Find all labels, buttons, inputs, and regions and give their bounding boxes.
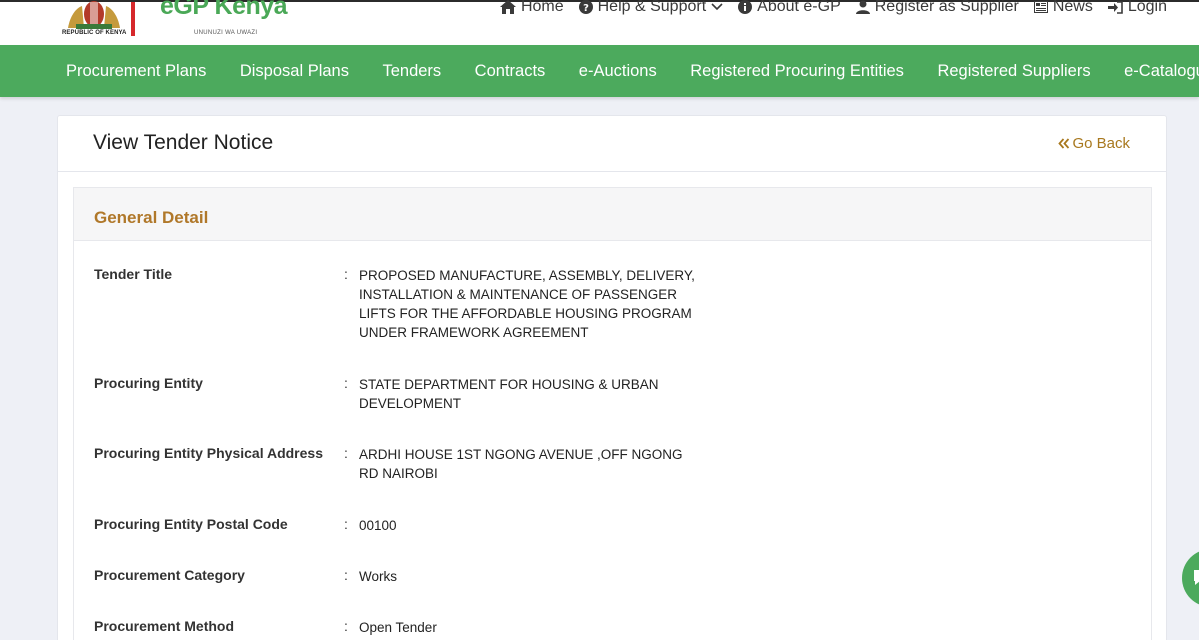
menu-procurement-plans[interactable]: Procurement Plans <box>66 62 206 81</box>
detail-value: 00100 <box>359 518 397 533</box>
topnav-news[interactable]: News <box>1033 0 1093 16</box>
tender-notice-card: View Tender Notice Go Back General Detai… <box>57 115 1167 640</box>
topnav-about-egp[interactable]: About e-GP <box>738 0 841 16</box>
menu-disposal-plans[interactable]: Disposal Plans <box>240 62 349 81</box>
detail-value: PROPOSED MANUFACTURE, ASSEMBLY, DELIVERY… <box>359 268 695 340</box>
top-navigation: Home ? Help & Support About e-GP Registe… <box>499 0 1167 16</box>
info-circle-icon <box>738 0 753 14</box>
detail-value: ARDHI HOUSE 1ST NGONG AVENUE ,OFF NGONG … <box>359 447 683 481</box>
detail-label: Procuring Entity <box>94 375 203 391</box>
sign-in-icon <box>1107 0 1123 14</box>
detail-value: Open Tender <box>359 620 437 635</box>
chat-icon <box>1194 570 1199 585</box>
topnav-login-label: Login <box>1127 0 1167 15</box>
topnav-home[interactable]: Home <box>499 0 564 16</box>
go-back-label: Go Back <box>1072 135 1130 152</box>
menu-e-catalogue[interactable]: e-Catalogue <box>1124 62 1199 81</box>
detail-label: Procuring Entity Postal Code <box>94 516 288 532</box>
logo-tagline: UNUNUZI WA UWAZI <box>194 30 258 36</box>
detail-value: STATE DEPARTMENT FOR HOUSING & URBAN DEV… <box>359 377 659 411</box>
seal-caption: REPUBLIC OF KENYA <box>62 30 127 36</box>
chat-widget-button[interactable] <box>1182 549 1199 607</box>
menu-registered-procuring-entities[interactable]: Registered Procuring Entities <box>690 62 904 81</box>
detail-label: Procuring Entity Physical Address <box>94 445 323 461</box>
svg-text:?: ? <box>583 3 589 14</box>
kenya-coat-of-arms-logo <box>68 1 120 29</box>
double-chevron-left-icon <box>1058 138 1070 149</box>
topnav-login[interactable]: Login <box>1107 0 1167 16</box>
topnav-register-label: Register as Supplier <box>874 0 1019 15</box>
detail-label: Procurement Method <box>94 618 235 634</box>
menu-registered-suppliers[interactable]: Registered Suppliers <box>937 62 1090 81</box>
topnav-about-label: About e-GP <box>757 0 841 15</box>
detail-label: Tender Title <box>94 266 173 282</box>
general-detail-header: General Detail <box>74 188 1151 241</box>
home-icon <box>499 0 516 14</box>
menu-contracts[interactable]: Contracts <box>475 62 546 81</box>
go-back-link[interactable]: Go Back <box>1058 135 1130 152</box>
detail-label: Procurement Category <box>94 567 245 583</box>
general-detail-title: General Detail <box>94 208 209 227</box>
top-header: REPUBLIC OF KENYA eGP Kenya UNUNUZI WA U… <box>0 0 1199 45</box>
menu-tenders[interactable]: Tenders <box>382 62 441 81</box>
detail-colon: : <box>344 375 348 391</box>
page-title: View Tender Notice <box>93 131 274 154</box>
topnav-news-label: News <box>1052 0 1093 15</box>
general-detail-section: General Detail Tender Title : PROPOSED M… <box>73 187 1152 640</box>
topnav-help-label: Help & Support <box>597 0 707 15</box>
detail-colon: : <box>344 618 348 634</box>
topnav-register-supplier[interactable]: Register as Supplier <box>855 0 1019 16</box>
chevron-down-icon <box>711 3 723 11</box>
topnav-help-support[interactable]: ? Help & Support <box>578 0 724 16</box>
detail-colon: : <box>344 266 348 282</box>
detail-colon: : <box>344 516 348 532</box>
detail-colon: : <box>344 445 348 461</box>
detail-colon: : <box>344 567 348 583</box>
question-circle-icon: ? <box>578 0 593 14</box>
user-icon <box>855 0 870 14</box>
newspaper-icon <box>1033 1 1048 13</box>
card-header: View Tender Notice Go Back <box>58 116 1166 172</box>
logo-divider <box>131 2 135 36</box>
detail-value: Works <box>359 569 398 584</box>
main-menu: Procurement Plans Disposal Plans Tenders… <box>0 45 1199 97</box>
menu-e-auctions[interactable]: e-Auctions <box>579 62 657 81</box>
topnav-home-label: Home <box>520 0 564 15</box>
egp-kenya-logo[interactable]: eGP Kenya <box>160 0 288 21</box>
